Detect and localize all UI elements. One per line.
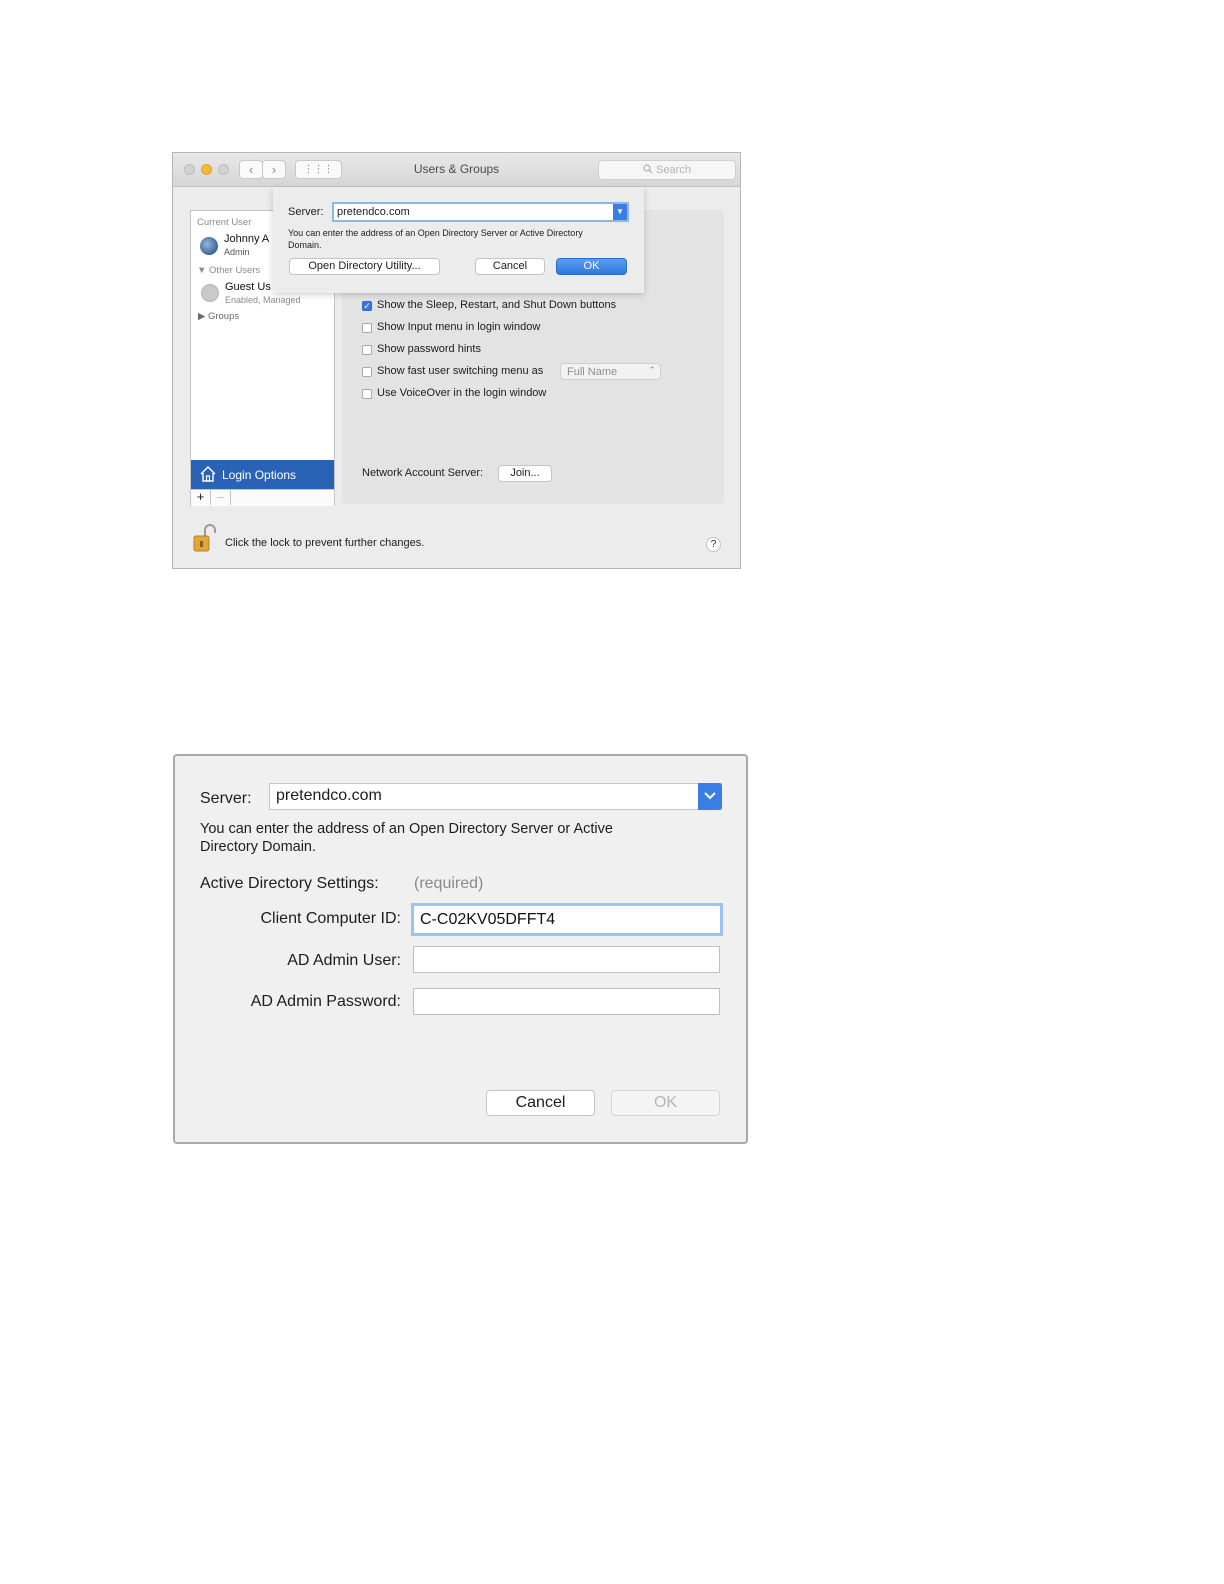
checkbox-checked[interactable]: ✓	[362, 301, 372, 311]
server-sheet: Server: pretendco.com ▼ You can enter th…	[273, 187, 644, 293]
add-user-button[interactable]: +	[191, 490, 211, 505]
chevron-down-icon[interactable]: ▼	[613, 204, 627, 220]
globe-avatar-icon	[200, 237, 218, 255]
chevron-down-icon[interactable]	[698, 783, 722, 810]
fast-switch-popup[interactable]: Full Name ⌃	[560, 363, 661, 380]
server-hint-line: Directory Domain.	[200, 839, 317, 855]
disclosure-triangle-open-icon: ▼	[197, 265, 207, 276]
current-user-role: Admin	[224, 247, 250, 257]
server-hint: You can enter the address of an Open Dir…	[200, 820, 613, 856]
ok-button-disabled[interactable]: OK	[611, 1090, 720, 1116]
person-avatar-icon	[201, 284, 219, 302]
help-button[interactable]: ?	[706, 537, 721, 552]
open-directory-utility-button[interactable]: Open Directory Utility...	[289, 258, 440, 275]
users-groups-window: ‹ › ⋮⋮⋮ Users & Groups Search Current Us…	[172, 152, 741, 569]
active-directory-sheet: Server: pretendco.com You can enter the …	[173, 754, 748, 1144]
login-options-label: Login Options	[222, 468, 297, 482]
client-id-label: Client Computer ID:	[260, 910, 402, 927]
minus-icon: –	[216, 489, 225, 504]
checkbox[interactable]	[362, 345, 372, 355]
admin-user-field[interactable]	[413, 946, 720, 973]
lock-icon[interactable]	[191, 524, 217, 552]
ad-required-note: (required)	[414, 875, 484, 892]
option-label: Show the Sleep, Restart, and Shut Down b…	[377, 299, 617, 311]
server-hint: You can enter the address of an Open Dir…	[288, 228, 583, 250]
add-remove-bar: + –	[191, 489, 334, 506]
join-button[interactable]: Join...	[498, 465, 552, 482]
option-label: Show Input menu in login window	[377, 321, 541, 333]
server-label: Server:	[200, 790, 252, 807]
server-label: Server:	[288, 206, 324, 218]
admin-password-field[interactable]	[413, 988, 720, 1015]
server-combobox[interactable]: pretendco.com	[269, 783, 722, 810]
remove-user-button[interactable]: –	[211, 490, 231, 505]
checkbox[interactable]	[362, 323, 372, 333]
server-hint-line: You can enter the address of an Open Dir…	[200, 821, 613, 837]
house-icon	[199, 465, 217, 486]
search-placeholder: Search	[656, 164, 691, 176]
ad-settings-label: Active Directory Settings:	[200, 875, 379, 892]
ok-button[interactable]: OK	[556, 258, 627, 275]
current-user-heading: Current User	[197, 217, 252, 228]
sidebar-item-login-options[interactable]: Login Options	[191, 460, 334, 489]
client-id-field[interactable]: C-C02KV05DFFT4	[411, 903, 723, 936]
groups-heading[interactable]: ▶ Groups	[198, 311, 239, 322]
network-account-label: Network Account Server:	[362, 467, 484, 479]
title-bar: ‹ › ⋮⋮⋮ Users & Groups Search	[173, 153, 740, 187]
popup-value: Full Name	[567, 366, 618, 378]
option-label: Use VoiceOver in the login window	[377, 387, 547, 399]
updown-chevron-icon: ⌃	[648, 365, 656, 375]
current-user-name: Johnny A	[224, 233, 270, 245]
disclosure-triangle-closed-icon: ▶	[198, 311, 206, 322]
other-users-heading[interactable]: ▼ Other Users	[197, 265, 260, 276]
admin-password-label: AD Admin Password:	[250, 993, 401, 1010]
cancel-button[interactable]: Cancel	[486, 1090, 595, 1116]
server-input[interactable]: pretendco.com	[276, 787, 382, 805]
guest-user-name: Guest Us	[225, 281, 271, 293]
admin-user-label: AD Admin User:	[287, 952, 401, 969]
option-label: Show fast user switching menu as	[377, 365, 544, 377]
search-icon	[643, 164, 656, 176]
plus-icon: +	[196, 489, 205, 504]
option-label: Show password hints	[377, 343, 481, 355]
server-combobox[interactable]: pretendco.com ▼	[332, 202, 629, 222]
guest-user-status: Enabled, Managed	[225, 295, 301, 305]
lock-message: Click the lock to prevent further change…	[225, 537, 425, 549]
checkbox[interactable]	[362, 367, 372, 377]
search-field[interactable]: Search	[598, 160, 736, 180]
server-input[interactable]: pretendco.com	[337, 206, 410, 218]
cancel-button[interactable]: Cancel	[475, 258, 545, 275]
checkbox[interactable]	[362, 389, 372, 399]
